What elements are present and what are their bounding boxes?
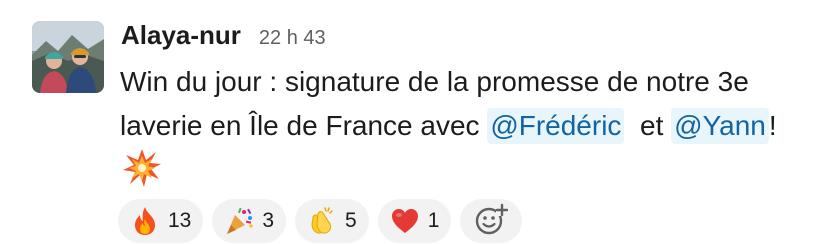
mention-yann[interactable]: @Yann (671, 108, 769, 144)
red-heart-icon (390, 206, 420, 236)
party-popper-icon (224, 206, 254, 236)
message-body: Win du jour : signature de la promesse d… (120, 60, 810, 148)
avatar-photo-icon (32, 21, 104, 93)
clapping-hands-icon (307, 206, 337, 236)
avatar[interactable] (32, 21, 104, 93)
reaction-clapping-hands[interactable]: 5 (295, 199, 369, 243)
message-text: et (624, 110, 672, 141)
reaction-count: 3 (262, 209, 275, 232)
message-header: Alaya-nur 22 h 43 (121, 20, 326, 60)
author-name[interactable]: Alaya-nur (121, 20, 241, 51)
add-reaction-button[interactable] (460, 199, 523, 243)
collision-emoji-icon (122, 148, 162, 188)
message-line-2: laverie en Île de France avec @Frédéric … (120, 104, 810, 148)
reaction-party-popper[interactable]: 3 (212, 199, 287, 243)
reaction-count: 13 (168, 209, 192, 232)
message-text: laverie en Île de France avec (120, 110, 488, 141)
fire-icon (130, 206, 160, 236)
chat-message: Alaya-nur 22 h 43 Win du jour : signatur… (0, 0, 822, 244)
timestamp[interactable]: 22 h 43 (259, 27, 326, 50)
reaction-red-heart[interactable]: 1 (377, 199, 452, 243)
reactions-bar: 13 3 5 1 (118, 199, 523, 243)
reaction-count: 1 (427, 209, 440, 232)
reaction-count: 5 (345, 209, 357, 232)
message-line-1: Win du jour : signature de la promesse d… (120, 66, 749, 97)
add-reaction-icon (474, 203, 509, 240)
mention-frederic[interactable]: @Frédéric (487, 108, 625, 144)
reaction-fire[interactable]: 13 (118, 199, 204, 243)
message-text: ! (768, 110, 777, 141)
